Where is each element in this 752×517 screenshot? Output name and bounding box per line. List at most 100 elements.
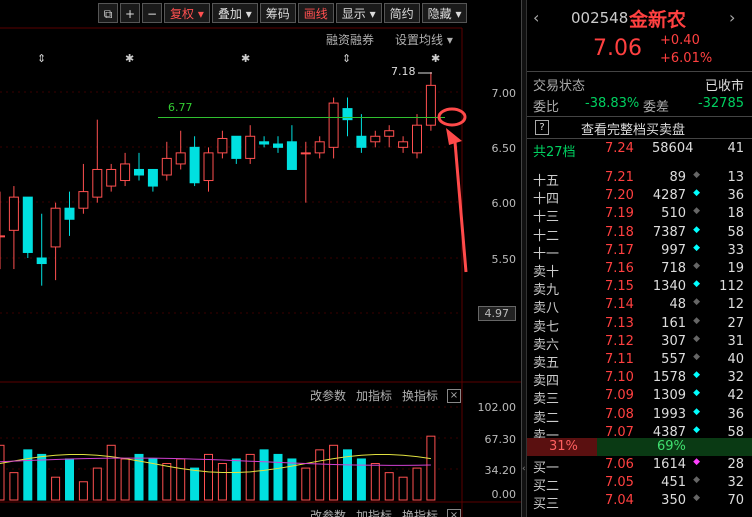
order-book-row[interactable]: 卖九 7.15 1340 112 ◆ — [527, 279, 752, 298]
collapse-arrow-icon[interactable]: ‹ — [522, 462, 526, 476]
order-book-row[interactable]: 十四 7.20 4287 36 ◆ — [527, 188, 752, 207]
indicator-bar — [65, 458, 74, 501]
order-book-row[interactable]: 卖二 7.08 1993 36 ◆ — [527, 407, 752, 426]
level-count: 12 — [727, 297, 744, 313]
order-book-row[interactable]: 十二 7.18 7387 58 ◆ — [527, 225, 752, 244]
order-book-row[interactable]: 卖四 7.10 1578 32 ◆ — [527, 370, 752, 390]
level-label: 卖四 — [533, 374, 560, 390]
candle-body — [78, 191, 89, 209]
minus-icon[interactable]: − — [142, 3, 162, 23]
level-volume: 307 — [661, 333, 686, 349]
indicator-bar — [301, 467, 311, 501]
level-count: 28 — [727, 457, 744, 472]
indicator-line-yellow — [0, 454, 431, 474]
margin-trading-link[interactable]: 融资融券 — [326, 31, 374, 48]
ma-settings-link[interactable]: 设置均线 ▾ — [395, 31, 453, 48]
jianyue-label: 简约 — [389, 7, 414, 21]
chevron-right-icon[interactable]: › — [729, 8, 735, 27]
order-book-row[interactable]: 卖三 7.09 1309 42 ◆ — [527, 388, 752, 408]
plus-icon[interactable]: + — [120, 3, 140, 23]
copy-icon[interactable]: ⧉ — [98, 3, 118, 23]
price-axis-label: 6.50 — [491, 142, 517, 155]
order-book-row[interactable]: 卖八 7.14 48 12 ◆ — [527, 297, 752, 316]
xianshi-button[interactable]: 显示 ▾ — [335, 3, 382, 23]
level-volume: 350 — [661, 493, 686, 509]
order-book-row[interactable]: 买一 7.06 1614 28 ◆ — [527, 457, 752, 476]
level-price: 7.06 — [605, 457, 634, 472]
weibi-label: 委比 — [533, 100, 560, 115]
divider — [527, 138, 752, 139]
indicator-bar — [92, 467, 102, 501]
indicator-bar — [315, 449, 325, 501]
status-value: 已收市 — [704, 79, 744, 94]
bottom-switch-button[interactable]: 换指标 — [402, 507, 438, 517]
divider — [527, 116, 752, 117]
level-label: 十二 — [533, 228, 560, 244]
level-label: 卖三 — [533, 392, 560, 408]
candle-body — [120, 163, 131, 182]
level-count: 13 — [727, 170, 744, 185]
chouma-button[interactable]: 筹码 — [259, 3, 296, 23]
candle-body — [217, 137, 228, 154]
bottom-params-button[interactable]: 改参数 — [310, 507, 346, 517]
change-dot-icon: ◆ — [693, 261, 700, 271]
indicator-bar — [204, 453, 213, 501]
level-price: 7.21 — [605, 170, 634, 185]
indicator-params-button[interactable]: 改参数 — [310, 387, 346, 404]
order-book-row[interactable]: 十五 7.21 89 13 ◆ — [527, 170, 752, 189]
level-price: 7.13 — [605, 315, 634, 331]
change-dot-icon: ◆ — [693, 315, 700, 326]
order-book-row[interactable]: 卖十 7.16 718 19 ◆ — [527, 261, 752, 280]
order-book-row[interactable]: 买二 7.05 451 32 ◆ — [527, 475, 752, 494]
level-price: 7.05 — [605, 475, 634, 491]
level-count: 33 — [727, 242, 744, 258]
candle-body — [245, 135, 256, 159]
indicator-add-button[interactable]: 加指标 — [356, 387, 392, 404]
candle-body — [356, 135, 367, 148]
diejia-button[interactable]: 叠加 ▾ — [211, 3, 258, 23]
kline-chart-svg[interactable]: ⇕ ✱ ✱ ⇕ ✱ — [0, 0, 521, 517]
huaxian-button[interactable]: 画线 — [297, 3, 334, 23]
change-dot-icon: ◆ — [693, 206, 700, 217]
level-count: 32 — [727, 475, 744, 491]
order-book-row[interactable]: 十一 7.17 997 33 ◆ — [527, 242, 752, 262]
indicator-line-magenta — [0, 457, 431, 466]
order-book-row[interactable]: 十三 7.19 510 18 ◆ — [527, 206, 752, 225]
level-count: 112 — [719, 279, 744, 295]
indicator-switch-button[interactable]: 换指标 — [402, 387, 438, 404]
yincang-button[interactable]: 隐藏 ▾ — [421, 3, 468, 23]
change-dot-icon: ◆ — [693, 333, 700, 344]
full-book-row[interactable]: ? 查看完整档买卖盘 — [527, 119, 752, 138]
total-count: 41 — [727, 141, 744, 156]
ratio-bar: 31% 69% — [527, 438, 752, 456]
indicator-bar — [370, 463, 380, 501]
full-book-link[interactable]: 查看完整档买卖盘 — [581, 119, 685, 138]
candle-body — [106, 168, 117, 187]
fuquan-button[interactable]: 复权 ▾ — [164, 3, 210, 23]
candle-body — [370, 135, 381, 143]
level-label: 卖二 — [533, 410, 560, 426]
level-price: 7.20 — [605, 188, 634, 204]
change-dot-icon: ◆ — [693, 170, 700, 180]
event-marker-icon: ✱ — [125, 52, 134, 65]
chevron-left-icon[interactable]: ‹ — [533, 8, 539, 27]
status-label: 交易状态 — [533, 79, 586, 94]
status-row: 交易状态 已收市 — [527, 75, 752, 94]
candle-body — [147, 168, 158, 187]
candle-body — [273, 143, 283, 148]
order-book-row[interactable]: 卖五 7.11 557 40 ◆ — [527, 352, 752, 371]
indicator-bar — [37, 453, 47, 501]
indicator-close-icon[interactable]: × — [447, 389, 461, 403]
order-book-row[interactable]: 卖六 7.12 307 31 ◆ — [527, 333, 752, 353]
kline-chart-area[interactable]: ⇕ ✱ ✱ ⇕ ✱ ⧉ + − 复权 ▾ 叠加 ▾ 筹码 画线 显示 ▾ 简约 隐藏 ▾… — [0, 0, 521, 517]
order-book-row[interactable]: 买三 7.04 350 70 ◆ — [527, 493, 752, 512]
help-icon[interactable]: ? — [535, 120, 549, 135]
bottom-add-button[interactable]: 加指标 — [356, 507, 392, 517]
candle-body — [412, 124, 422, 154]
jianyue-button[interactable]: 简约 — [383, 3, 420, 23]
level-volume: 997 — [661, 242, 686, 258]
price-axis-label: 7.00 — [491, 87, 517, 100]
total-levels-row: 共27档 7.24 58604 41 — [527, 141, 752, 160]
order-book-row[interactable]: 卖七 7.13 161 27 ◆ — [527, 315, 752, 335]
bottom-close-icon[interactable]: × — [447, 509, 461, 517]
